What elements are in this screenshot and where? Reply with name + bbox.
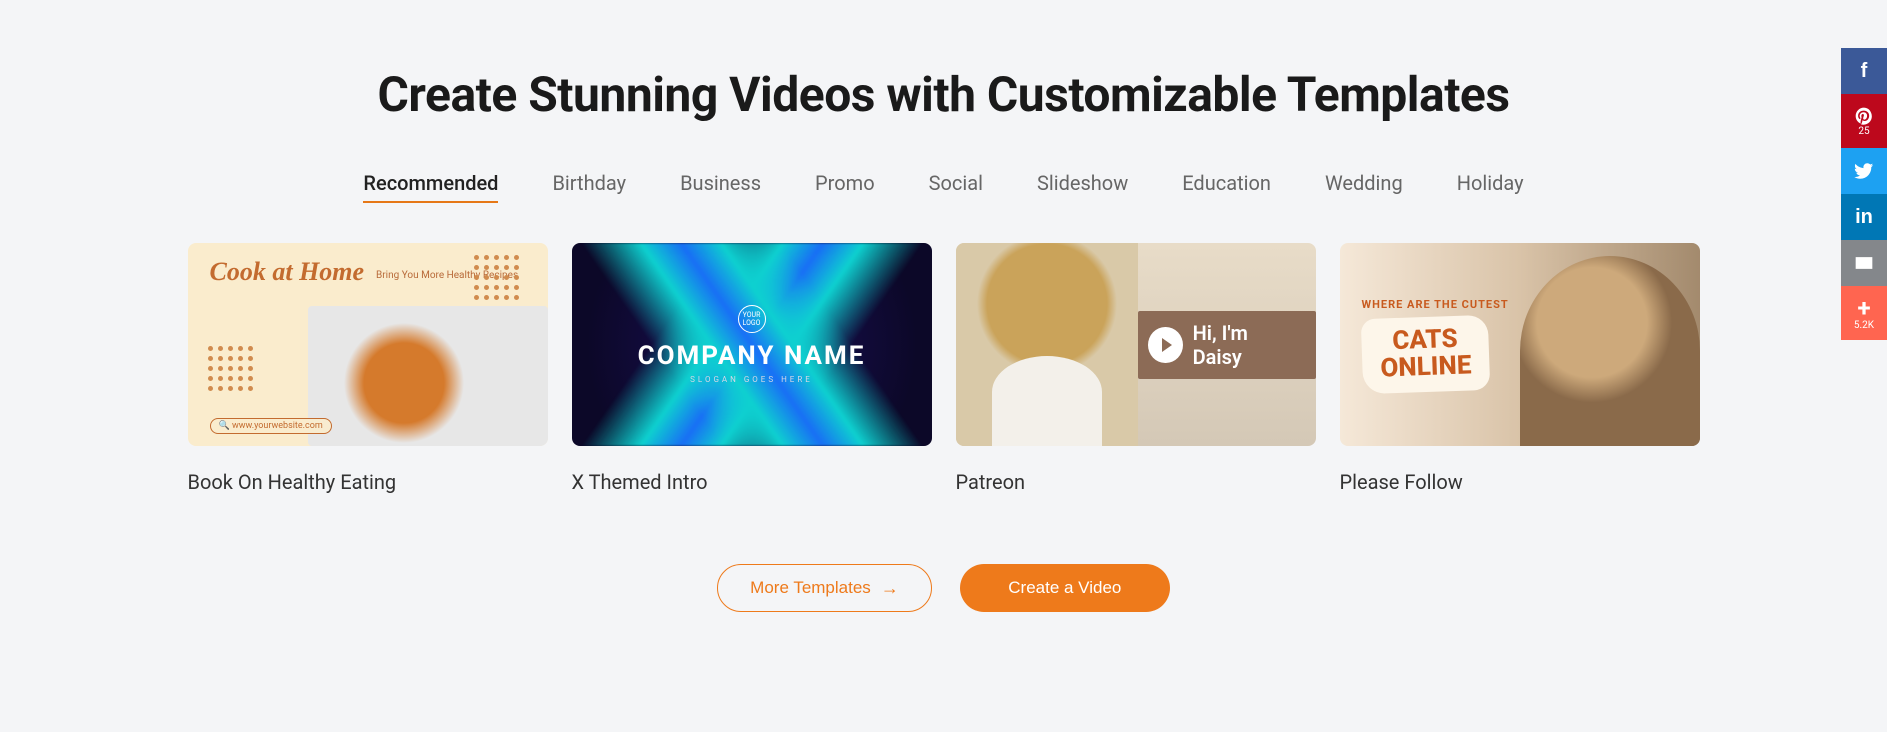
email-icon (1854, 253, 1874, 273)
portrait-image (956, 243, 1139, 446)
template-title: Please Follow (1340, 470, 1700, 494)
create-video-button[interactable]: Create a Video (960, 564, 1170, 612)
thumb-greeting-band: Hi, I'm Daisy (1138, 311, 1315, 379)
tab-social[interactable]: Social (929, 171, 983, 203)
tab-birthday[interactable]: Birthday (552, 171, 626, 203)
tab-recommended[interactable]: Recommended (363, 171, 498, 203)
food-image (308, 306, 548, 446)
thumb-greeting: Hi, I'm Daisy (1193, 321, 1298, 369)
social-share-rail: f 25 in + 5.2K (1841, 48, 1887, 340)
template-thumbnail: Cook at Home Bring You More Healthy Reci… (188, 243, 548, 446)
play-icon (1148, 327, 1183, 363)
tab-slideshow[interactable]: Slideshow (1037, 171, 1128, 203)
template-card-healthy-eating[interactable]: Cook at Home Bring You More Healthy Reci… (188, 243, 548, 494)
tab-wedding[interactable]: Wedding (1325, 171, 1403, 203)
facebook-icon: f (1861, 60, 1868, 83)
template-title: Patreon (956, 470, 1316, 494)
cta-row: More Templates → Create a Video (0, 564, 1887, 612)
template-thumbnail: Hi, I'm Daisy (956, 243, 1316, 446)
pinterest-icon (1854, 106, 1874, 126)
thumb-url: 🔍 www.yourwebsite.com (210, 418, 332, 434)
tab-holiday[interactable]: Holiday (1457, 171, 1524, 203)
share-email-button[interactable] (1841, 240, 1887, 286)
thumb-logo: YOUR LOGO (738, 305, 766, 333)
template-thumbnail: YOUR LOGO COMPANY NAME SLOGAN GOES HERE (572, 243, 932, 446)
plus-icon: + (1857, 296, 1870, 320)
arrow-right-icon: → (881, 578, 899, 599)
thumb-company: COMPANY NAME (638, 341, 866, 371)
share-pinterest-button[interactable]: 25 (1841, 94, 1887, 148)
more-templates-button[interactable]: More Templates → (717, 564, 932, 612)
decorative-dots (208, 346, 268, 406)
template-card-please-follow[interactable]: WHERE ARE THE CUTEST CATS ONLINE Please … (1340, 243, 1700, 494)
thumb-slogan: SLOGAN GOES HERE (638, 375, 866, 384)
template-title: Book On Healthy Eating (188, 470, 548, 494)
page-title: Create Stunning Videos with Customizable… (0, 0, 1887, 123)
thumb-where: WHERE ARE THE CUTEST (1362, 298, 1509, 311)
share-twitter-button[interactable] (1841, 148, 1887, 194)
linkedin-icon: in (1855, 206, 1873, 229)
thumb-splash: CATS ONLINE (1360, 315, 1489, 394)
share-linkedin-button[interactable]: in (1841, 194, 1887, 240)
tab-education[interactable]: Education (1182, 171, 1271, 203)
template-cards: Cook at Home Bring You More Healthy Reci… (0, 243, 1887, 494)
tab-promo[interactable]: Promo (815, 171, 875, 203)
share-facebook-button[interactable]: f (1841, 48, 1887, 94)
kitten-image (1520, 256, 1700, 446)
share-addthis-button[interactable]: + 5.2K (1841, 286, 1887, 340)
template-title: X Themed Intro (572, 470, 932, 494)
twitter-icon (1854, 161, 1874, 181)
pinterest-count: 25 (1858, 127, 1869, 137)
category-tabs: Recommended Birthday Business Promo Soci… (0, 171, 1887, 203)
template-card-x-intro[interactable]: YOUR LOGO COMPANY NAME SLOGAN GOES HERE … (572, 243, 932, 494)
template-thumbnail: WHERE ARE THE CUTEST CATS ONLINE (1340, 243, 1700, 446)
template-card-patreon[interactable]: Hi, I'm Daisy Patreon (956, 243, 1316, 494)
tab-business[interactable]: Business (680, 171, 761, 203)
thumb-headline: Cook at Home (210, 257, 365, 286)
addthis-count: 5.2K (1854, 321, 1874, 331)
